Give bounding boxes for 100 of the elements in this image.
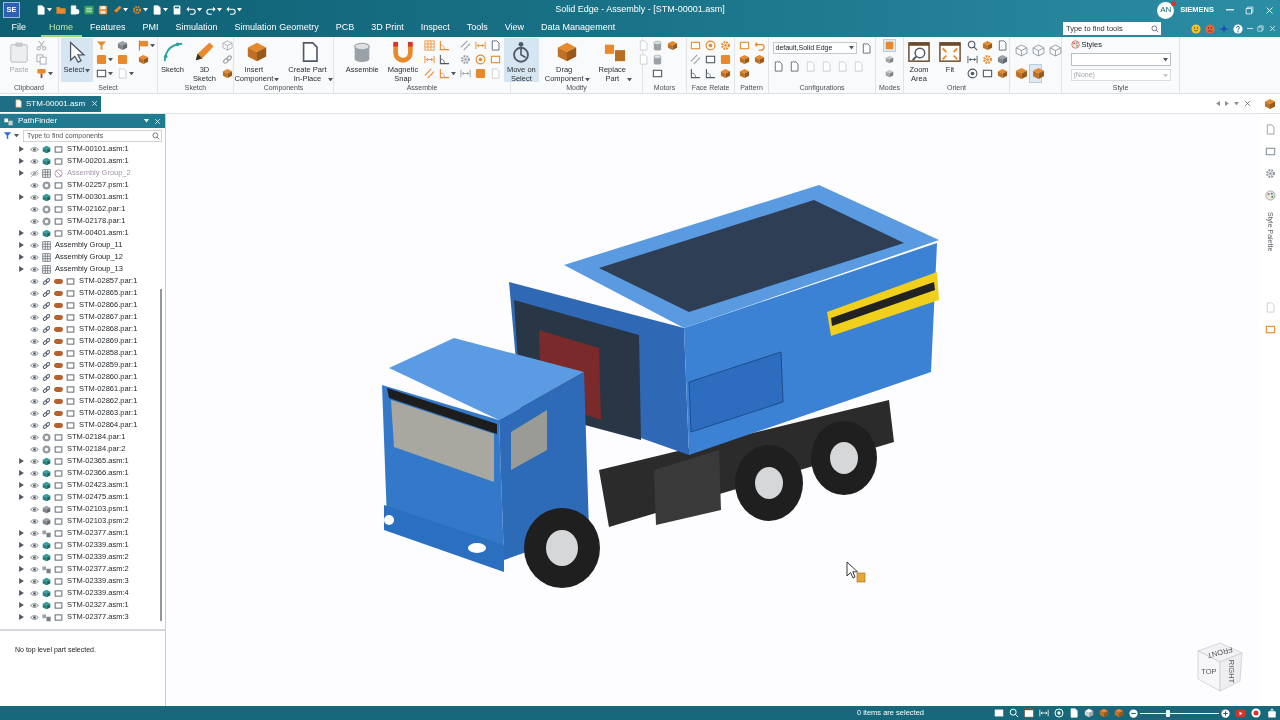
cube-icon[interactable]: [997, 68, 1008, 79]
cylinder-icon[interactable]: [651, 40, 663, 51]
document-tab-label[interactable]: STM-00001.asm: [26, 97, 86, 110]
expand-arrow-icon[interactable]: [19, 266, 24, 272]
eye-icon[interactable]: [30, 252, 39, 262]
eye-icon[interactable]: [30, 276, 39, 286]
eye-icon[interactable]: [30, 240, 39, 250]
share-icon[interactable]: [1267, 708, 1277, 718]
brush-icon[interactable]: [36, 68, 47, 79]
filter-icon[interactable]: [96, 40, 108, 51]
close-icon[interactable]: [1244, 100, 1251, 107]
search-icon[interactable]: [1151, 24, 1159, 33]
eye-icon[interactable]: [30, 228, 39, 238]
eye-icon[interactable]: [30, 516, 39, 526]
eye-icon[interactable]: [30, 588, 39, 598]
eye-icon[interactable]: [30, 576, 39, 586]
menu-tab[interactable]: Tools: [458, 21, 497, 37]
caret-icon[interactable]: [48, 71, 53, 76]
frame-icon[interactable]: [96, 68, 108, 79]
minus-icon[interactable]: [1129, 708, 1138, 718]
frame-icon[interactable]: [651, 68, 663, 79]
menu-tab[interactable]: PMI: [134, 21, 168, 37]
cube-icon[interactable]: [738, 54, 750, 65]
gear-icon[interactable]: [1264, 168, 1276, 179]
fit-view-icon[interactable]: [939, 41, 961, 63]
menu-tab[interactable]: Features: [81, 21, 135, 37]
eye-icon[interactable]: [30, 432, 39, 442]
eye-icon[interactable]: [30, 264, 39, 274]
caret-icon[interactable]: [197, 8, 202, 12]
filter-icon[interactable]: [3, 131, 12, 140]
menu-tab[interactable]: Simulation Geometry: [226, 21, 328, 37]
eye-icon[interactable]: [30, 612, 39, 622]
eye-icon[interactable]: [30, 372, 39, 382]
gear-icon[interactable]: [460, 54, 472, 65]
page-icon[interactable]: [788, 61, 800, 72]
caret-icon[interactable]: [144, 119, 149, 123]
expand-arrow-icon[interactable]: [19, 578, 24, 584]
menu-tab[interactable]: 3D Print: [362, 21, 413, 37]
expand-arrow-icon[interactable]: [19, 494, 24, 500]
angle-icon[interactable]: [439, 54, 451, 65]
eye-slash-icon[interactable]: [30, 168, 39, 178]
eye-icon[interactable]: [30, 492, 39, 502]
eye-icon[interactable]: [30, 420, 39, 430]
expand-arrow-icon[interactable]: [19, 590, 24, 596]
eye-icon[interactable]: [30, 540, 39, 550]
menu-tab[interactable]: Data Management: [532, 21, 624, 37]
eye-icon[interactable]: [30, 468, 39, 478]
caret-icon[interactable]: [1162, 58, 1168, 62]
save-icon[interactable]: [98, 5, 108, 15]
frame-icon[interactable]: [705, 54, 716, 65]
eye-icon[interactable]: [30, 312, 39, 322]
cube-icon[interactable]: [720, 68, 731, 79]
expand-arrow-icon[interactable]: [19, 194, 24, 200]
expand-arrow-icon[interactable]: [19, 542, 24, 548]
caret-icon[interactable]: [274, 77, 280, 81]
video-icon[interactable]: [1235, 707, 1246, 719]
frame-icon[interactable]: [982, 68, 993, 79]
undo-icon[interactable]: [186, 5, 196, 15]
caret-icon[interactable]: [584, 77, 590, 81]
target-icon[interactable]: [967, 68, 978, 79]
search-icon[interactable]: [967, 40, 978, 51]
expand-arrow-icon[interactable]: [19, 602, 24, 608]
eye-icon[interactable]: [30, 348, 39, 358]
cube-icon[interactable]: [738, 68, 750, 79]
width-arrows-icon[interactable]: [967, 54, 978, 65]
expand-arrow-icon[interactable]: [19, 230, 24, 236]
folder-icon[interactable]: [56, 5, 66, 15]
caret-icon[interactable]: [108, 71, 114, 76]
expand-arrow-icon[interactable]: [19, 482, 24, 488]
caret-icon[interactable]: [123, 8, 128, 12]
curve-icon[interactable]: [161, 41, 184, 63]
slider-thumb[interactable]: [1166, 709, 1171, 717]
expand-arrow-icon[interactable]: [19, 170, 24, 176]
eye-icon[interactable]: [30, 360, 39, 370]
search-icon[interactable]: [152, 131, 160, 140]
caret-icon[interactable]: [237, 8, 242, 12]
view-cube[interactable]: [1197, 642, 1243, 692]
caret-icon[interactable]: [1234, 101, 1239, 106]
caret-icon[interactable]: [451, 71, 457, 76]
spreadsheet-icon[interactable]: [84, 5, 94, 15]
scrollbar-thumb[interactable]: [160, 289, 162, 621]
eye-icon[interactable]: [30, 216, 39, 226]
menu-tab[interactable]: Simulation: [167, 21, 227, 37]
expand-arrow-icon[interactable]: [19, 566, 24, 572]
expand-arrow-icon[interactable]: [19, 530, 24, 536]
expand-arrow-icon[interactable]: [19, 554, 24, 560]
eye-icon[interactable]: [30, 456, 39, 466]
book-icon[interactable]: [172, 5, 182, 15]
eye-icon[interactable]: [30, 408, 39, 418]
expand-arrow-icon[interactable]: [19, 458, 24, 464]
cube-icon[interactable]: [556, 41, 579, 63]
expand-arrow-icon[interactable]: [19, 614, 24, 620]
user-avatar[interactable]: AN: [1157, 1, 1175, 19]
frame-icon[interactable]: [1264, 146, 1276, 157]
expand-arrow-icon[interactable]: [19, 470, 24, 476]
eye-icon[interactable]: [30, 336, 39, 346]
pencil-icon[interactable]: [193, 41, 216, 63]
cube-icon[interactable]: [245, 41, 268, 63]
redo-icon[interactable]: [206, 5, 216, 15]
fit-view-icon[interactable]: [1024, 708, 1034, 718]
